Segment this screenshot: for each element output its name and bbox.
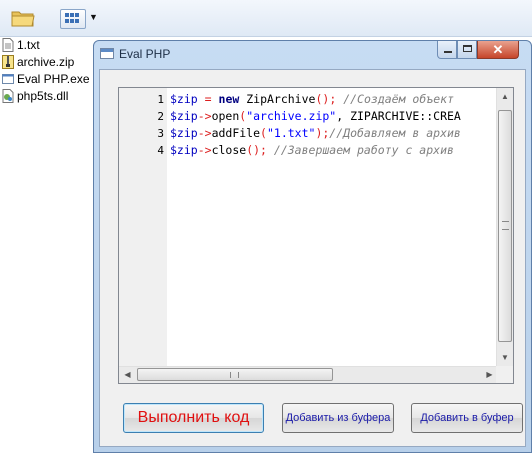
code-token: close xyxy=(211,143,247,157)
run-code-button[interactable]: Выполнить код xyxy=(123,403,264,433)
minimize-button[interactable] xyxy=(437,41,457,59)
dll-file-icon xyxy=(2,89,14,103)
code-token: new xyxy=(218,92,240,106)
grip-icon xyxy=(230,372,239,378)
code-token: -> xyxy=(197,126,212,140)
code-token: , ZIPARCHIVE::CREA xyxy=(336,109,461,123)
line-number: 3 xyxy=(157,127,164,140)
file-item[interactable]: Eval PHP.exe xyxy=(0,71,95,88)
text-file-icon xyxy=(2,38,14,52)
exe-file-icon xyxy=(2,72,14,86)
code-token: "1.txt" xyxy=(266,126,316,140)
code-token: (); xyxy=(315,92,337,106)
scroll-up-icon[interactable]: ▲ xyxy=(497,88,513,105)
code-token: (); xyxy=(246,143,267,157)
line-number: 4 xyxy=(157,144,164,157)
code-token: //Создаём объект xyxy=(343,92,454,106)
line-code: $zip->open("archive.zip", ZIPARCHIVE::CR… xyxy=(170,108,461,125)
vertical-scroll-thumb[interactable] xyxy=(498,110,512,342)
code-token: ZipArchive xyxy=(239,92,316,106)
code-token: //Завершаем работу с архив xyxy=(273,143,454,157)
grip-icon xyxy=(502,221,509,230)
code-token: open xyxy=(211,109,240,123)
window-title: Eval PHP xyxy=(119,47,171,61)
copy-to-clipboard-button[interactable]: Добавить в буфер xyxy=(411,403,523,433)
code-token: "archive.zip" xyxy=(246,109,337,123)
close-button[interactable]: ✕ xyxy=(477,41,519,59)
code-token: = xyxy=(204,92,212,106)
code-token: $zip xyxy=(170,143,198,157)
code-line[interactable]: 1 $zip = new ZipArchive(); //Создаём объе… xyxy=(119,91,503,108)
file-item[interactable]: 1.txt xyxy=(0,37,95,54)
app-icon xyxy=(100,48,114,59)
line-code: $zip = new ZipArchive(); //Создаём объек… xyxy=(170,91,454,108)
scroll-down-icon[interactable]: ▼ xyxy=(497,349,513,366)
close-icon: ✕ xyxy=(492,42,504,57)
code-token: $zip xyxy=(170,109,198,123)
code-token: ); xyxy=(315,126,330,140)
file-name: archive.zip xyxy=(17,55,75,69)
view-options-icon[interactable] xyxy=(60,9,86,29)
window-client-area: 1 $zip = new ZipArchive(); //Создаём объе… xyxy=(99,69,526,447)
folder-icon[interactable] xyxy=(11,9,35,27)
code-token: ( xyxy=(260,126,267,140)
scroll-left-icon[interactable]: ◀ xyxy=(119,367,136,383)
code-line[interactable]: 2 $zip->open("archive.zip", ZIPARCHIVE::C… xyxy=(119,108,503,125)
code-line[interactable]: 3 $zip->addFile("1.txt");//Добавляем в ар… xyxy=(119,125,503,142)
paste-from-clipboard-button[interactable]: Добавить из буфера xyxy=(282,403,394,433)
code-token: -> xyxy=(197,109,212,123)
code-token: //Добавляем в архив xyxy=(329,126,461,140)
code-token: addFile xyxy=(211,126,261,140)
scrollbar-corner xyxy=(496,366,513,383)
horizontal-scroll-thumb[interactable] xyxy=(137,368,333,381)
zip-file-icon xyxy=(2,55,14,69)
vertical-scrollbar[interactable]: ▲ ▼ xyxy=(496,88,513,366)
code-token: $zip xyxy=(170,92,198,106)
file-list: 1.txt archive.zip Eval PHP.exe php5ts.dl… xyxy=(0,37,95,105)
eval-php-window: Eval PHP ✕ 1 $zip = new ZipArchive(); //С… xyxy=(93,40,532,453)
explorer-toolbar: ▼ xyxy=(0,0,532,37)
code-token: $zip xyxy=(170,126,198,140)
chevron-down-icon[interactable]: ▼ xyxy=(89,12,98,22)
code-line[interactable]: 4 $zip->close(); //Завершаем работу с арх… xyxy=(119,142,503,159)
line-number: 2 xyxy=(157,110,164,123)
file-item[interactable]: archive.zip xyxy=(0,54,95,71)
code-token: -> xyxy=(197,143,212,157)
horizontal-scrollbar[interactable]: ◀ ▶ xyxy=(119,366,498,383)
line-code: $zip->addFile("1.txt");//Добавляем в арх… xyxy=(170,125,461,142)
maximize-icon xyxy=(463,45,472,52)
maximize-button[interactable] xyxy=(457,41,477,59)
code-editor[interactable]: 1 $zip = new ZipArchive(); //Создаём объе… xyxy=(118,87,514,384)
line-number: 1 xyxy=(157,93,164,106)
line-code: $zip->close(); //Завершаем работу с архи… xyxy=(170,142,454,159)
minimize-icon xyxy=(444,51,452,53)
file-name: Eval PHP.exe xyxy=(17,72,90,86)
file-item[interactable]: php5ts.dll xyxy=(0,88,95,105)
file-name: 1.txt xyxy=(17,38,40,52)
file-name: php5ts.dll xyxy=(17,89,69,103)
window-titlebar[interactable]: Eval PHP ✕ xyxy=(94,41,531,67)
